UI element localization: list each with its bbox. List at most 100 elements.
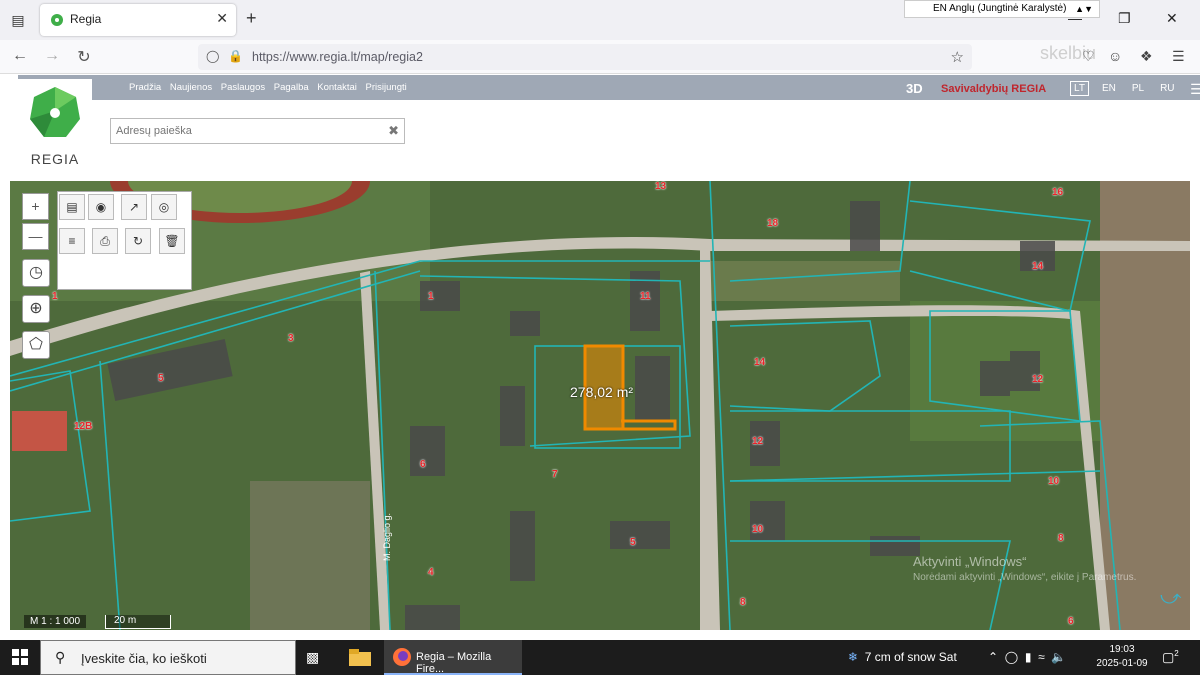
- task-view-icon[interactable]: ▩: [306, 649, 326, 684]
- meet-icon[interactable]: ◯: [1005, 650, 1018, 664]
- tab-list-icon[interactable]: ▤: [8, 10, 28, 30]
- file-explorer-button[interactable]: [346, 640, 374, 675]
- back-icon[interactable]: ←: [10, 47, 30, 65]
- language-switcher: LT EN PL RU: [1070, 81, 1188, 96]
- address-bar[interactable]: ◯ 🔒 https://www.regia.lt/map/regia2 ☆: [198, 44, 972, 70]
- refresh-icon[interactable]: ↻: [125, 228, 151, 254]
- menu-icon[interactable]: ☰: [1172, 48, 1185, 65]
- logo-text: REGIA: [30, 151, 80, 167]
- windows-start-icon[interactable]: [12, 649, 28, 665]
- zoom-out-button[interactable]: —: [22, 223, 49, 250]
- target-icon[interactable]: ◎: [151, 194, 177, 220]
- shield-icon[interactable]: ◯: [206, 49, 219, 63]
- account-icon[interactable]: ☺: [1108, 48, 1122, 64]
- nav-kontaktai[interactable]: Kontaktai: [317, 82, 357, 93]
- weather-text: 7 cm of snow Sat: [864, 650, 957, 664]
- new-tab-icon[interactable]: +: [246, 8, 257, 29]
- search-icon: ⚲: [55, 649, 66, 665]
- parcel-label: 1: [52, 291, 58, 302]
- restore-icon[interactable]: ❐: [1118, 10, 1131, 27]
- parcel-label: 11: [640, 291, 651, 302]
- weather-widget[interactable]: ❄ 7 cm of snow Sat: [848, 650, 957, 664]
- forward-icon[interactable]: →: [42, 47, 62, 65]
- zoom-in-button[interactable]: +: [22, 193, 49, 220]
- extensions-icon[interactable]: ❖: [1140, 48, 1153, 65]
- lang-en[interactable]: EN: [1099, 82, 1119, 95]
- reload-icon[interactable]: ↻: [74, 47, 94, 67]
- parcel-label: 8: [740, 597, 746, 608]
- regia-favicon-icon: [51, 14, 63, 26]
- locate-icon[interactable]: ⊕: [22, 295, 50, 323]
- layers-icon[interactable]: ≡: [59, 228, 85, 254]
- nav-paslaugos[interactable]: Paslaugos: [221, 82, 265, 93]
- minimize-icon[interactable]: —: [1068, 10, 1082, 26]
- 3d-button[interactable]: 3D: [906, 81, 923, 96]
- parcel-label: 5: [630, 537, 636, 548]
- export-icon[interactable]: ↗: [121, 194, 147, 220]
- close-window-icon[interactable]: ✕: [1166, 10, 1178, 27]
- lang-ru[interactable]: RU: [1157, 82, 1177, 95]
- tool-panel: ▤ ◉ ↗ ◎ ≡ ⎙ ↻ 🗑: [57, 191, 192, 290]
- hamburger-menu-icon[interactable]: ☰: [1190, 81, 1200, 98]
- parcel-label: 13: [655, 181, 667, 192]
- system-tray: ⌃ ◯ ▮ ≈ 🔈: [988, 650, 1066, 664]
- map-viewport[interactable]: + — ▤ ◉ ↗ ◎ ≡ ⎙ ↻ 🗑 ◷ ⊕ ⬠ 278,02 m² 1 3 …: [10, 181, 1190, 630]
- parcel-label: 10: [1048, 476, 1060, 487]
- folder-icon: [349, 649, 371, 666]
- parcel-label: 3: [288, 333, 294, 344]
- windows-taskbar: ⚲ Įveskite čia, ko ieškoti ▩ Regia – Moz…: [0, 640, 1200, 675]
- taskbar-search-placeholder: Įveskite čia, ko ieškoti: [81, 651, 207, 666]
- firefox-taskbar-button[interactable]: Regia – Mozilla Fire...: [384, 640, 522, 675]
- site-header: Pradžia Naujienos Paslaugos Pagalba Kont…: [0, 75, 1200, 181]
- browser-tab[interactable]: Regia ✕: [40, 4, 236, 36]
- chevron-up-icon[interactable]: ⌃: [988, 650, 998, 664]
- snowflake-icon: ❄: [848, 650, 859, 664]
- volume-icon[interactable]: 🔈: [1051, 650, 1066, 664]
- lang-lt[interactable]: LT: [1070, 81, 1089, 96]
- address-search: ✖: [110, 118, 405, 144]
- parcel-label: 6: [420, 459, 426, 470]
- street-label: M. Daglio g.: [382, 512, 392, 561]
- regia-logo[interactable]: REGIA: [18, 79, 92, 179]
- taskbar-search[interactable]: ⚲ Įveskite čia, ko ieškoti: [40, 640, 296, 675]
- address-search-input[interactable]: [111, 119, 371, 143]
- parcel-label: 18: [767, 218, 779, 229]
- trash-icon[interactable]: 🗑: [159, 228, 185, 254]
- compass-icon[interactable]: ◷: [22, 259, 50, 287]
- parcel-label: 1: [428, 291, 434, 302]
- printer-icon[interactable]: ⎙: [92, 228, 118, 254]
- taskbar-clock[interactable]: 19:03 2025-01-09: [1096, 643, 1148, 671]
- url-text: https://www.regia.lt/map/regia2: [252, 50, 423, 64]
- language-select-value: EN Anglų (Jungtinė Karalystė): [933, 3, 1067, 14]
- parcel-label: 16: [1052, 187, 1064, 198]
- nav-pagalba[interactable]: Pagalba: [274, 82, 309, 93]
- nav-naujienos[interactable]: Naujienos: [170, 82, 212, 93]
- nav-prisijungti[interactable]: Prisijungti: [366, 82, 407, 93]
- measure-icon[interactable]: ▤: [59, 194, 85, 220]
- lock-icon[interactable]: 🔒: [228, 49, 243, 63]
- parcel-label: 12: [752, 436, 764, 447]
- browser-nav-bar: ← → ↻ ◯ 🔒 https://www.regia.lt/map/regia…: [0, 40, 1200, 74]
- main-nav: Pradžia Naujienos Paslaugos Pagalba Kont…: [129, 82, 413, 93]
- marker-icon[interactable]: ◉: [88, 194, 114, 220]
- municipality-link[interactable]: Savivaldybių REGIA: [941, 83, 1046, 95]
- clear-search-icon[interactable]: ✖: [388, 123, 399, 139]
- parcel-label: 8: [1058, 533, 1064, 544]
- pocket-icon[interactable]: ♡: [1082, 48, 1095, 65]
- header-strip: Pradžia Naujienos Paslaugos Pagalba Kont…: [18, 75, 1200, 100]
- lang-pl[interactable]: PL: [1129, 82, 1147, 95]
- window-controls: — ❐ ✕: [1060, 0, 1200, 40]
- nav-pradzia[interactable]: Pradžia: [129, 82, 161, 93]
- bookmark-star-icon[interactable]: ☆: [951, 48, 964, 66]
- parcel-label: 14: [1032, 261, 1044, 272]
- polygon-icon[interactable]: ⬠: [22, 331, 50, 359]
- scale-bar: 20 m: [105, 615, 171, 629]
- regia-brand-icon: ⤻: [1160, 587, 1182, 609]
- network-icon[interactable]: ≈: [1038, 650, 1045, 664]
- battery-icon[interactable]: ▮: [1025, 650, 1032, 664]
- tab-title: Regia: [70, 12, 102, 26]
- parcel-label: 7: [552, 469, 558, 480]
- parcel-label: 12: [1032, 374, 1044, 385]
- close-tab-icon[interactable]: ✕: [216, 10, 228, 27]
- notification-icon[interactable]: ▢2: [1162, 649, 1179, 665]
